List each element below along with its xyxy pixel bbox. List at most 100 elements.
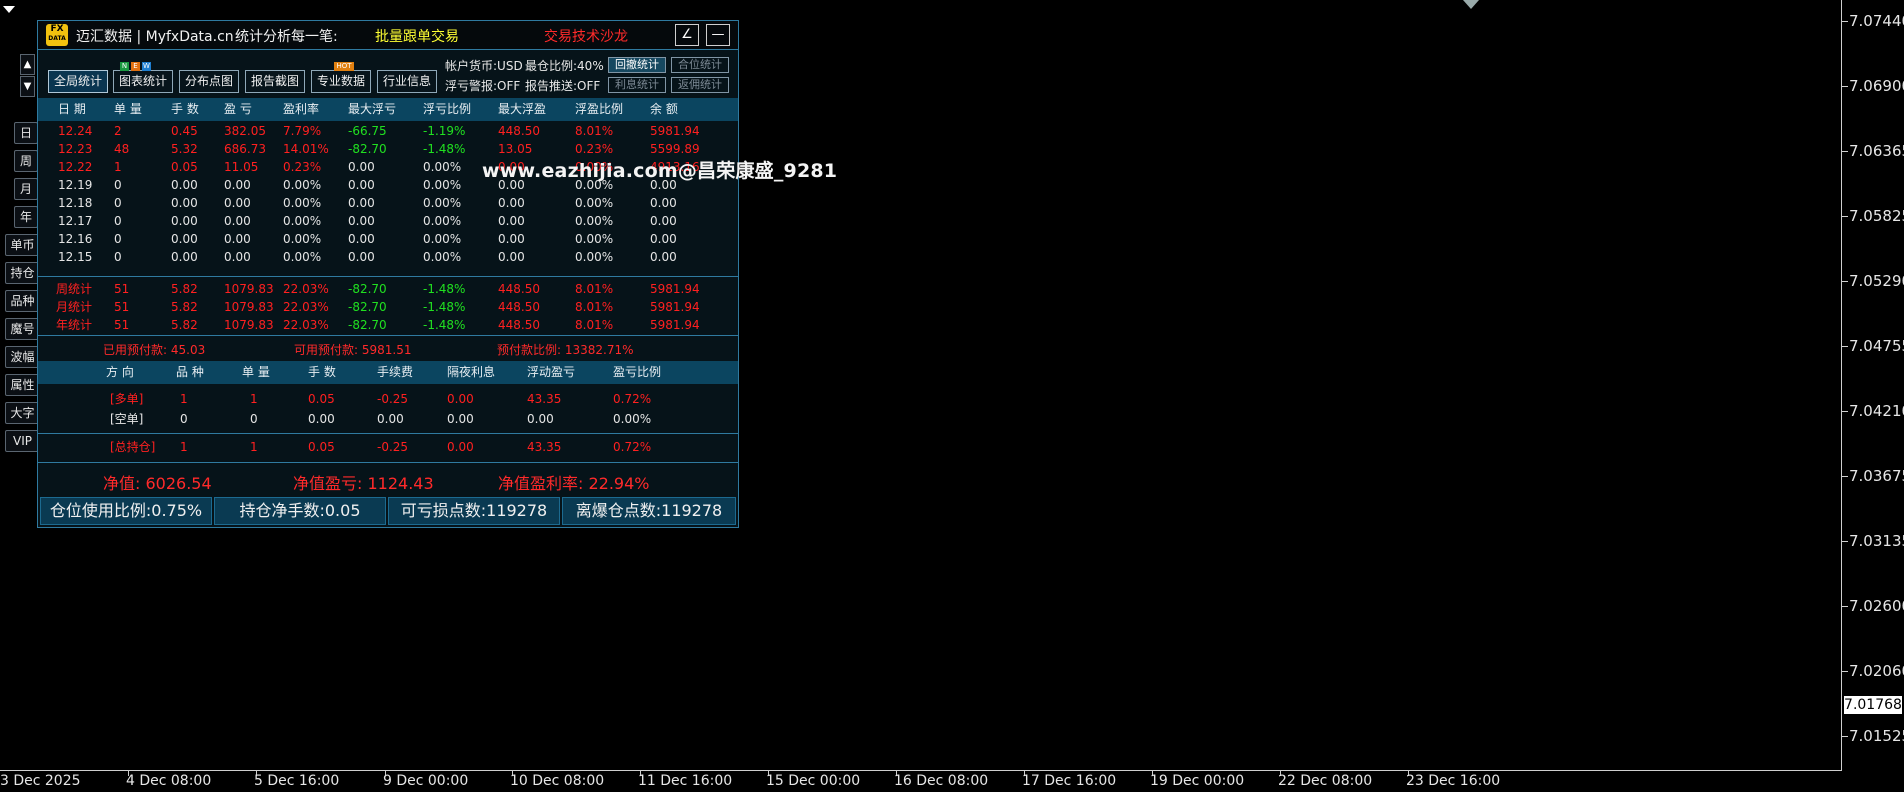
table-cell: 0.00 (348, 232, 375, 246)
table-cell: 51 (114, 318, 130, 332)
column-header: 最大浮盈 (498, 102, 547, 116)
time-label: 19 Dec 00:00 (1150, 773, 1245, 789)
table-cell: 0.00% (283, 178, 322, 192)
chart-menu-arrow-icon[interactable] (3, 6, 15, 13)
position-row: [空单] 0 0 0.00 0.00 0.00 0.00 0.00% (38, 411, 738, 428)
side-tool-5[interactable]: 持仓 (5, 262, 40, 284)
interest-stats-button[interactable]: 利息统计 (608, 77, 666, 93)
table-cell: 0.00 (498, 214, 525, 228)
position-cell: 0.72% (613, 392, 652, 406)
margin-free: 可用预付款: 5981.51 (294, 343, 412, 357)
divider (38, 335, 738, 336)
table-cell: 22.03% (283, 318, 329, 332)
table-cell: 0.00% (423, 196, 462, 210)
side-tool-7[interactable]: 魔号 (5, 318, 40, 340)
side-tool-2[interactable]: 月 (14, 178, 38, 200)
industry-info-button[interactable]: 行业信息 (377, 70, 437, 93)
price-tick (1842, 86, 1848, 87)
table-cell: 0.00 (498, 232, 525, 246)
table-cell: 0.00% (423, 214, 462, 228)
table-cell: 1079.83 (224, 282, 274, 296)
column-header: 最大浮亏 (348, 102, 397, 116)
logo-text-top: FX (50, 24, 64, 34)
max-position-ratio: 最仓比例:40% (525, 59, 604, 73)
position-cell: 1 (180, 392, 188, 406)
table-row: 12.24 2 0.45 382.05 7.79% -66.75 -1.19% 448.50 8… (38, 123, 738, 140)
side-tool-11[interactable]: VIP (5, 430, 40, 452)
price-label: 7.05290 (1849, 272, 1904, 290)
side-tool-0[interactable]: 日 (14, 122, 38, 144)
side-tool-4[interactable]: 单币 (5, 234, 40, 256)
account-currency: 帐户货币:USD (445, 59, 523, 73)
side-tool-8[interactable]: 波幅 (5, 346, 40, 368)
panel-titlebar: FX DATA 迈汇数据 | MyfxData.cn 统计分析每一笔: 批量跟单… (38, 21, 738, 50)
position-usage-ratio: 仓位使用比例:0.75% (40, 497, 212, 525)
position-total-cell: 0.72% (613, 440, 652, 454)
table-cell: 14.01% (283, 142, 329, 156)
side-tool-9[interactable]: 属性 (5, 374, 40, 396)
distribution-chart-button[interactable]: 分布点图 (179, 70, 239, 93)
new-badge-e: E (131, 62, 140, 71)
equity-pl: 净值盈亏: 1124.43 (293, 474, 434, 493)
table-cell: 5.82 (171, 282, 198, 296)
table-cell: 0.00 (348, 160, 375, 174)
table-cell: 0.00 (171, 214, 198, 228)
table-cell: 1 (114, 160, 122, 174)
table-cell: 0.00 (171, 178, 198, 192)
batch-trade-link[interactable]: 批量跟单交易 (375, 26, 459, 46)
pro-data-button[interactable]: 专业数据 HOT (311, 62, 371, 93)
position-column-header: 浮动盈亏 (527, 365, 576, 379)
chart-stats-button[interactable]: 图表统计 N E W (113, 62, 173, 93)
price-tick (1842, 281, 1848, 282)
scroll-down-button[interactable]: ▼ (20, 76, 35, 97)
global-stats-button[interactable]: 全局统计 (48, 70, 108, 93)
chart-shift-marker-icon[interactable] (1463, 0, 1479, 9)
side-tool-6[interactable]: 品种 (5, 290, 40, 312)
position-cell: 0.05 (308, 392, 335, 406)
table-cell: 0.00% (575, 214, 614, 228)
price-label: 7.03675 (1849, 467, 1904, 485)
table-cell: 0 (114, 178, 122, 192)
position-stats-button[interactable]: 合位统计 (671, 57, 729, 73)
equity-rate: 净值盈利率: 22.94% (498, 474, 650, 493)
table-cell: 0.00 (171, 232, 198, 246)
side-tool-3[interactable]: 年 (14, 206, 38, 228)
loss-points: 可亏损点数:119278 (388, 497, 560, 525)
price-axis[interactable]: 7.07440 7.06900 7.06365 7.05825 7.05290 7.047… (1842, 0, 1904, 792)
table-cell: 1079.83 (224, 300, 274, 314)
position-cell: 0.00 (447, 392, 474, 406)
position-column-header: 隔夜利息 (447, 365, 496, 379)
table-cell: 0.00% (283, 196, 322, 210)
table-cell: 0.00 (224, 214, 251, 228)
hot-badge: HOT (334, 62, 354, 71)
table-row: 12.18 0 0.00 0.00 0.00% 0.00 0.00% 0.00 0.00% 0.0… (38, 195, 738, 212)
position-column-header: 盈亏比例 (613, 365, 662, 379)
table-cell: 11.05 (224, 160, 259, 174)
position-table-header: 方 向 品 种 单 量 手 数 手续费 隔夜利息 浮动盈亏 盈亏比例 (38, 361, 738, 384)
minimize-icon[interactable]: — (706, 24, 730, 46)
time-label: 17 Dec 16:00 (1022, 773, 1117, 789)
rebate-stats-button[interactable]: 返佣统计 (671, 77, 729, 93)
side-tool-10[interactable]: 大字 (5, 402, 40, 424)
column-header: 单 量 (114, 102, 142, 116)
column-header: 盈利率 (283, 102, 320, 116)
side-tool-1[interactable]: 周 (14, 150, 38, 172)
drawdown-stats-button[interactable]: 回撤统计 (608, 57, 666, 73)
position-column-header: 手续费 (377, 365, 414, 379)
current-price-label: 7.01768 (1844, 696, 1902, 714)
price-label: 7.04210 (1849, 402, 1904, 420)
report-screenshot-button[interactable]: 报告截图 (245, 70, 305, 93)
table-cell: 5.32 (171, 142, 198, 156)
table-cell: -1.19% (423, 124, 466, 138)
edit-icon[interactable]: ∠ (675, 24, 699, 46)
table-cell: -82.70 (348, 300, 387, 314)
table-cell: 12.23 (58, 142, 93, 156)
table-cell: 686.73 (224, 142, 266, 156)
time-label: 5 Dec 16:00 (254, 773, 340, 789)
position-cell: 0.00 (308, 412, 335, 426)
salon-link[interactable]: 交易技术沙龙 (544, 26, 628, 46)
column-header: 浮亏比例 (423, 102, 472, 116)
position-total-cell: [总持仓] (110, 440, 156, 454)
scroll-up-button[interactable]: ▲ (20, 54, 35, 75)
time-axis[interactable]: 3 Dec 2025 4 Dec 08:00 5 Dec 16:00 9 Dec 00… (0, 771, 1842, 792)
